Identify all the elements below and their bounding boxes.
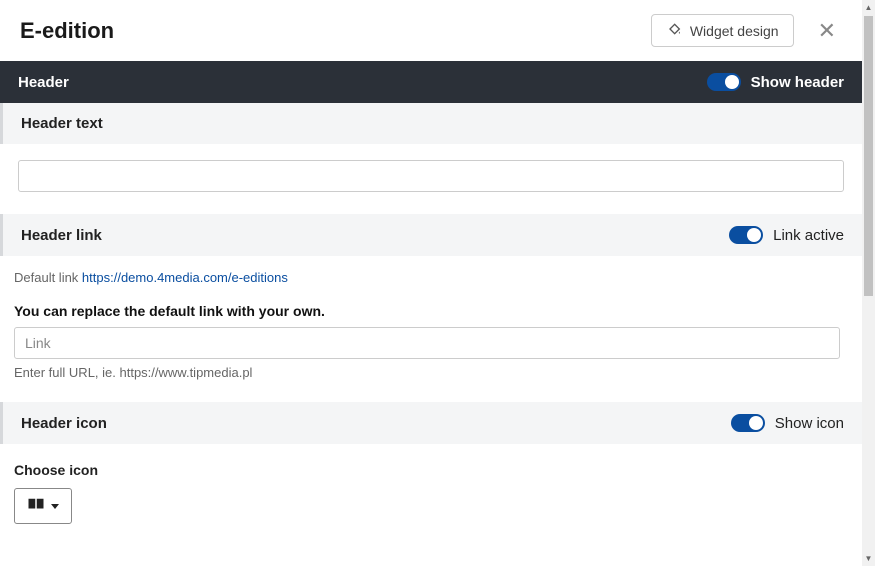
show-icon-toggle[interactable] [731, 414, 765, 432]
show-header-toggle-label: Show header [751, 74, 844, 91]
book-open-icon [27, 497, 45, 516]
page-title: E-edition [20, 18, 114, 44]
close-button[interactable]: ✕ [812, 18, 842, 44]
show-icon-toggle-label: Show icon [775, 415, 844, 432]
link-active-toggle[interactable] [729, 226, 763, 244]
icon-dropdown[interactable] [14, 488, 72, 524]
header-text-input[interactable] [18, 160, 844, 192]
header-link-section-label: Header link [21, 227, 102, 244]
paint-bucket-icon [666, 21, 682, 40]
scrollbar-thumb[interactable] [864, 16, 873, 296]
default-link-url[interactable]: https://demo.4media.com/e-editions [82, 270, 288, 285]
default-link-prefix: Default link [14, 270, 82, 285]
link-hint: Enter full URL, ie. https://www.tipmedia… [0, 359, 862, 402]
header-icon-section-bar: Header icon Show icon [0, 402, 862, 444]
header-text-section-label: Header text [21, 115, 103, 132]
scroll-down-arrow-icon: ▼ [862, 552, 875, 565]
choose-icon-label: Choose icon [0, 444, 862, 488]
widget-design-label: Widget design [690, 23, 779, 39]
header-icon-section-label: Header icon [21, 415, 107, 432]
link-input[interactable] [14, 327, 840, 359]
vertical-scrollbar[interactable]: ▲ ▼ [862, 0, 875, 566]
replace-link-text: You can replace the default link with yo… [0, 287, 862, 327]
show-header-toggle[interactable] [707, 73, 741, 91]
header-text-section-bar: Header text [0, 103, 862, 144]
header-link-section-bar: Header link Link active [0, 214, 862, 256]
chevron-down-icon [51, 504, 59, 509]
default-link-line: Default link https://demo.4media.com/e-e… [0, 256, 862, 287]
close-icon: ✕ [818, 18, 836, 43]
header-section-label: Header [18, 74, 69, 91]
link-active-toggle-label: Link active [773, 227, 844, 244]
widget-design-button[interactable]: Widget design [651, 14, 794, 47]
scroll-up-arrow-icon: ▲ [862, 1, 875, 14]
header-section-bar: Header Show header [0, 61, 862, 103]
